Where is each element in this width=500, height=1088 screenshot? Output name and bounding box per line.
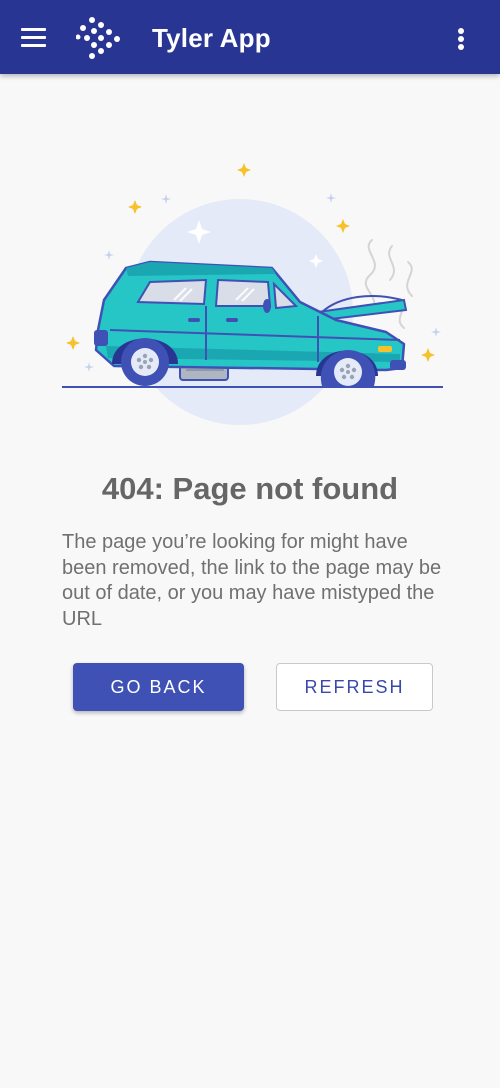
error-title: 404: Page not found bbox=[101, 471, 399, 506]
broken-car-illustration bbox=[62, 163, 443, 425]
go-back-button[interactable]: GO BACK bbox=[73, 663, 244, 711]
error-message: The page you’re looking for might have b… bbox=[62, 531, 442, 630]
refresh-button[interactable]: REFRESH bbox=[276, 663, 433, 711]
app-bar: Tyler App bbox=[0, 0, 500, 74]
hamburger-menu-icon[interactable] bbox=[14, 19, 52, 57]
app-logo-icon bbox=[76, 17, 120, 59]
more-options-icon[interactable] bbox=[446, 22, 476, 56]
app-title: Tyler App bbox=[152, 23, 271, 53]
